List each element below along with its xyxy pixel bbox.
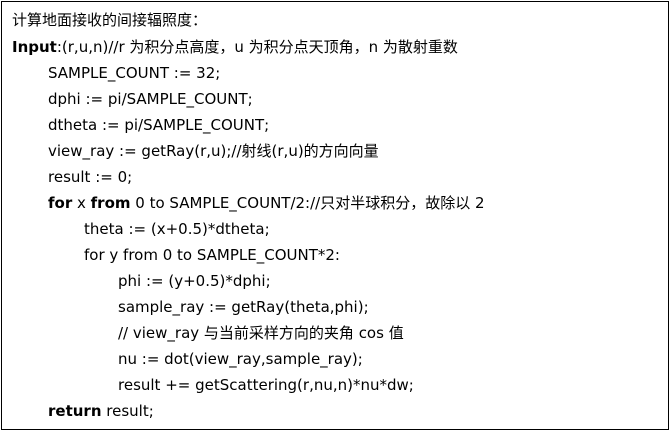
input-keyword: Input: [12, 38, 57, 56]
code-line-return: return result;: [48, 401, 154, 421]
code-line-view-ray: view_ray := getRay(r,u);//射线(r,u)的方向向量: [48, 142, 379, 160]
loop-range: 0 to SAMPLE_COUNT/2://只对半球积分，故除以 2: [130, 194, 485, 212]
code-line-dtheta: dtheta := pi/SAMPLE_COUNT;: [48, 116, 270, 134]
code-line-for-y: for y from 0 to SAMPLE_COUNT*2:: [84, 246, 340, 264]
return-keyword: return: [48, 402, 102, 420]
input-params: :(r,u,n)//r 为积分点高度，u 为积分点天顶角，n 为散射重数: [56, 38, 458, 56]
code-line-comment-cos: // view_ray 与当前采样方向的夹角 cos 值: [118, 324, 404, 342]
code-line-result-accumulate: result += getScattering(r,nu,n)*nu*dw;: [118, 376, 414, 394]
code-line-phi: phi := (y+0.5)*dphi;: [118, 272, 271, 290]
code-line-for-x: for x from 0 to SAMPLE_COUNT/2://只对半球积分，…: [48, 193, 485, 213]
loop-variable: x: [72, 194, 91, 212]
from-keyword: from: [90, 194, 131, 212]
code-line-nu: nu := dot(view_ray,sample_ray);: [118, 350, 363, 368]
code-line-sample-ray: sample_ray := getRay(theta,phi);: [118, 298, 369, 316]
algorithm-title: 计算地面接收的间接辐照度：: [12, 11, 208, 29]
code-line-dphi: dphi := pi/SAMPLE_COUNT;: [48, 90, 253, 108]
code-line-result-init: result := 0;: [48, 168, 133, 186]
return-value: result;: [101, 402, 154, 420]
input-line: Input:(r,u,n)//r 为积分点高度，u 为积分点天顶角，n 为散射重…: [12, 37, 458, 57]
code-line-theta: theta := (x+0.5)*dtheta;: [84, 220, 270, 238]
code-line-sample-count: SAMPLE_COUNT := 32;: [48, 64, 221, 82]
for-keyword: for: [48, 194, 73, 212]
